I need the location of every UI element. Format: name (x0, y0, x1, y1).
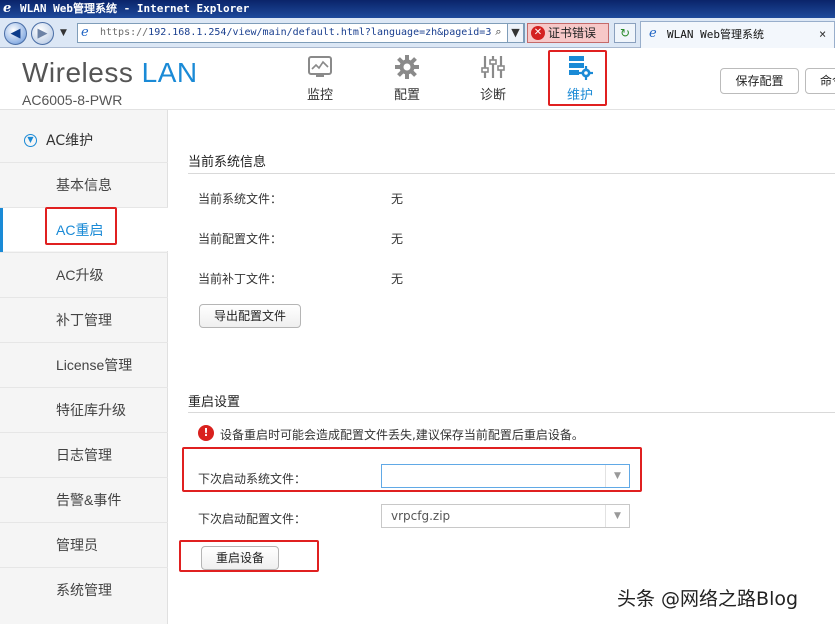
nav-diagnose-label: 诊断 (479, 88, 506, 103)
nav-monitor-label: 监控 (306, 88, 333, 103)
cert-error-icon: ✕ (531, 26, 545, 40)
page-favicon-icon: e (81, 25, 89, 40)
refresh-button[interactable]: ↻ (614, 23, 636, 43)
sidebar-item-signature-upgrade[interactable]: 特征库升级 (0, 387, 168, 431)
section-divider (188, 173, 835, 174)
brand-wireless: Wireless (22, 57, 134, 88)
nav-monitor[interactable]: 监控 (290, 54, 350, 106)
cert-error-label: 证书错误 (548, 26, 597, 40)
browser-toolbar: ◀ ▶ ▼ e https://192.168.1.254/view/main/… (0, 18, 835, 48)
certificate-error-button[interactable]: ✕ 证书错误 (527, 23, 609, 43)
current-system-file-label: 当前系统文件： (198, 192, 283, 206)
sidebar-item-system[interactable]: 系统管理 (0, 567, 168, 611)
next-config-file-label: 下次启动配置文件： (198, 512, 307, 526)
page-root: e WLAN Web管理系统 - Internet Explorer ◀ ▶ ▼… (0, 0, 835, 624)
highlight-box-restart-button (179, 540, 319, 572)
nav-config[interactable]: 配置 (377, 54, 437, 106)
sidebar-section-ac-maintain[interactable]: ▼ AC维护 (0, 110, 168, 162)
highlight-box-maintain (548, 50, 607, 106)
sidebar-item-admin[interactable]: 管理员 (0, 522, 168, 566)
address-bar[interactable]: e https://192.168.1.254/view/main/defaul… (77, 23, 525, 43)
system-info-title: 当前系统信息 (188, 155, 267, 170)
export-config-button[interactable]: 导出配置文件 (199, 304, 301, 328)
sidebar-item-patch[interactable]: 补丁管理 (0, 297, 168, 341)
window-title-bar: e WLAN Web管理系统 - Internet Explorer (0, 0, 835, 18)
current-config-file-value: 无 (391, 232, 404, 246)
sidebar-item-license[interactable]: License管理 (0, 342, 168, 386)
sidebar-item-alarm[interactable]: 告警&事件 (0, 477, 168, 521)
brand-lan: LAN (141, 57, 198, 88)
sidebar-item-log[interactable]: 日志管理 (0, 432, 168, 476)
restart-warning-text: 设备重启时可能会造成配置文件丢失,建议保存当前配置后重启设备。 (220, 428, 584, 442)
current-system-file-value: 无 (391, 192, 404, 206)
nav-config-label: 配置 (393, 88, 420, 103)
watermark: 头条 @网络之路Blog (617, 588, 799, 610)
next-config-file-select[interactable]: vrpcfg.zip ▼ (381, 504, 630, 528)
sidebar-item-basic-info[interactable]: 基本信息 (0, 162, 168, 206)
tab-title: WLAN Web管理系统 (667, 28, 764, 41)
current-patch-file-label: 当前补丁文件： (198, 272, 283, 286)
back-button[interactable]: ◀ (4, 22, 27, 45)
gear-icon (395, 55, 419, 79)
sidebar-section-label: AC维护 (46, 133, 94, 149)
ie-logo-icon: e (3, 1, 12, 16)
sliders-icon (481, 56, 505, 78)
section-divider (188, 412, 835, 413)
next-config-file-value: vrpcfg.zip (391, 509, 451, 523)
forward-button[interactable]: ▶ (31, 22, 54, 45)
highlight-box-ac-restart (45, 207, 117, 245)
current-patch-file-value: 无 (391, 272, 404, 286)
history-dropdown-icon[interactable]: ▼ (60, 28, 67, 38)
address-dropdown-button[interactable]: ▼ (507, 23, 524, 43)
device-model: AC6005-8-PWR (22, 92, 123, 108)
app-header: Wireless LAN AC6005-8-PWR 监控 配置 诊断 维护 保存… (0, 48, 835, 110)
nav-diagnose[interactable]: 诊断 (463, 54, 523, 106)
warning-icon: ! (198, 425, 214, 441)
chevron-down-icon: ▼ (24, 134, 37, 147)
current-config-file-label: 当前配置文件： (198, 232, 283, 246)
sidebar: ▼ AC维护 基本信息 AC重启 AC升级 补丁管理 License管理 特征库… (0, 110, 168, 624)
command-button[interactable]: 命令 (805, 68, 835, 94)
chevron-down-icon: ▼ (605, 505, 629, 527)
brand-logo: Wireless LAN (22, 57, 198, 89)
highlight-box-next-system-file (182, 447, 642, 492)
restart-warning: ! 设备重启时可能会造成配置文件丢失,建议保存当前配置后重启设备。 (198, 425, 584, 443)
url-text: 192.168.1.254/view/main/default.html?lan… (148, 27, 492, 38)
restart-settings-title: 重启设置 (188, 395, 241, 410)
url-protocol: https:// (100, 27, 149, 38)
tab-favicon-icon: e (649, 26, 657, 41)
tab-close-icon[interactable]: × (819, 22, 826, 47)
save-config-button[interactable]: 保存配置 (720, 68, 799, 94)
browser-tab[interactable]: e WLAN Web管理系统 × (640, 21, 835, 48)
monitor-icon (308, 56, 332, 77)
address-search-icon[interactable]: ⌕ (490, 23, 507, 43)
window-title: WLAN Web管理系统 - Internet Explorer (20, 2, 250, 15)
sidebar-item-ac-upgrade[interactable]: AC升级 (0, 252, 168, 296)
